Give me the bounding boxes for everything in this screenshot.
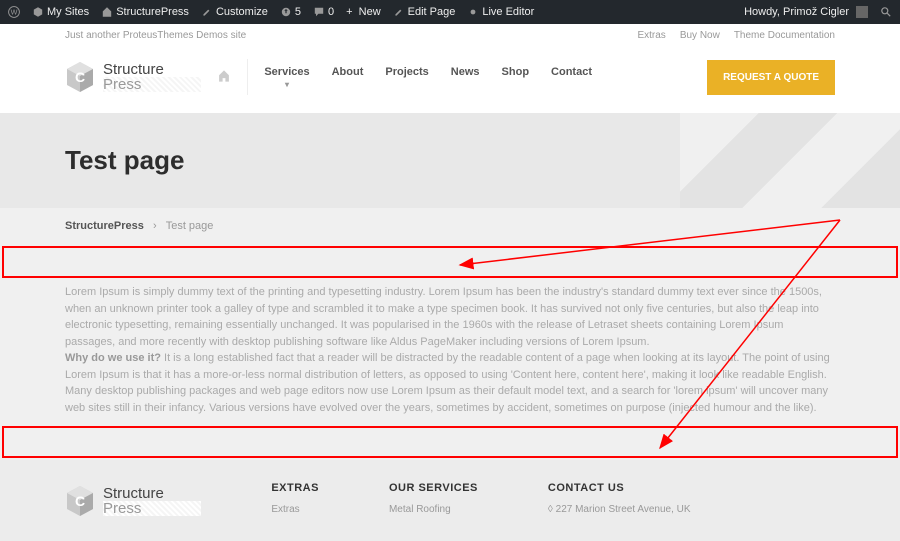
breadcrumb-root[interactable]: StructurePress [65,220,144,232]
svg-text:W: W [11,7,18,16]
site-footer: C Structure Press EXTRAS Extras OUR SERV… [0,460,900,541]
footer-extras-item[interactable]: Extras [271,504,319,515]
breadcrumb: StructurePress › Test page [65,208,835,244]
nav-contact[interactable]: Contact [551,66,592,89]
home-icon[interactable] [217,69,231,86]
logo-cube-icon: C [65,60,95,94]
page-content: Lorem Ipsum is simply dummy text of the … [65,284,835,416]
tagline: Just another ProteusThemes Demos site [65,30,246,41]
buynow-link[interactable]: Buy Now [680,30,720,41]
footer-logo[interactable]: C Structure Press [65,482,201,519]
search-icon[interactable] [880,6,892,18]
nav-divider [247,59,248,95]
live-editor-link[interactable]: Live Editor [467,6,534,18]
footer-col-services: OUR SERVICES Metal Roofing [389,482,478,519]
logo-text-2: Press [103,77,201,92]
howdy-user[interactable]: Howdy, Primož Cigler [744,6,868,18]
footer-col-contact: CONTACT US ◊ 227 Marion Street Avenue, U… [548,482,691,519]
top-strip: Just another ProteusThemes Demos site Ex… [65,24,835,47]
updates-link[interactable]: 5 [280,6,301,18]
nav-projects[interactable]: Projects [385,66,428,89]
new-link[interactable]: + New [346,6,381,18]
customize-link[interactable]: Customize [201,6,268,18]
nav-news[interactable]: News [451,66,480,89]
paragraph-2: It is a long established fact that a rea… [65,352,830,414]
footer-logo-icon: C [65,484,95,518]
nav-about[interactable]: About [332,66,364,89]
wp-logo-icon[interactable]: W [8,6,20,18]
paragraph-2-lead: Why do we use it? [65,352,161,364]
paragraph-1: Lorem Ipsum is simply dummy text of the … [65,286,822,348]
nav-services[interactable]: Services [264,66,309,89]
extras-link[interactable]: Extras [637,30,665,41]
footer-col-extras: EXTRAS Extras [271,482,319,519]
main-header: C Structure Press Services About Project… [65,47,835,113]
breadcrumb-current: Test page [166,220,214,232]
annotation-box-top [2,246,898,278]
main-nav: Services About Projects News Shop Contac… [264,66,592,89]
page-banner: Test page [0,113,900,208]
annotation-box-bottom [2,426,898,458]
docs-link[interactable]: Theme Documentation [734,30,835,41]
my-sites-link[interactable]: My Sites [32,6,89,18]
nav-shop[interactable]: Shop [502,66,530,89]
site-logo[interactable]: C Structure Press [65,60,201,94]
footer-contact-heading: CONTACT US [548,482,691,494]
footer-services-heading: OUR SERVICES [389,482,478,494]
svg-text:C: C [75,493,85,509]
footer-extras-heading: EXTRAS [271,482,319,494]
banner-decoration [680,113,900,208]
svg-text:C: C [75,69,85,85]
edit-page-link[interactable]: Edit Page [393,6,456,18]
request-quote-button[interactable]: REQUEST A QUOTE [707,60,835,95]
footer-contact-address: ◊ 227 Marion Street Avenue, UK [548,504,691,515]
wp-admin-bar: W My Sites StructurePress Customize 5 0 … [0,0,900,24]
site-link[interactable]: StructurePress [101,6,189,18]
comments-link[interactable]: 0 [313,6,334,18]
footer-services-item[interactable]: Metal Roofing [389,504,478,515]
logo-text-1: Structure [103,62,201,77]
